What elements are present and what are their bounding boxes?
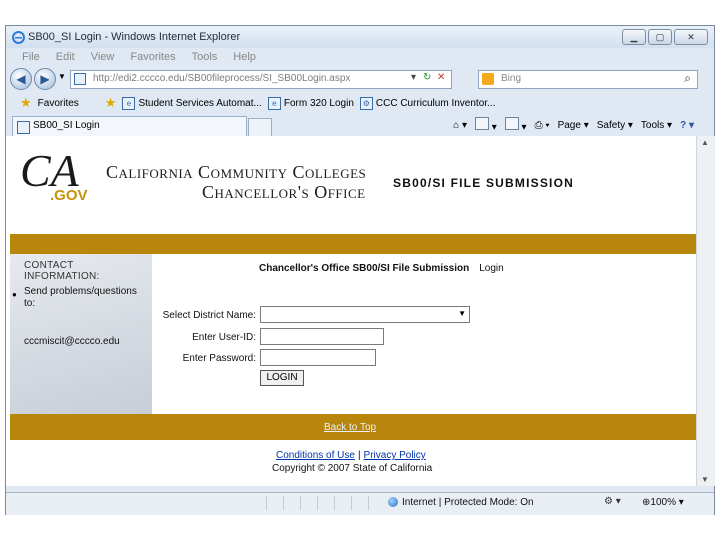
copyright-text: Copyright © 2007 State of California xyxy=(272,463,433,474)
page-menu[interactable]: Page ▾ xyxy=(558,120,589,131)
favorite-link-3[interactable]: ⚙ CCC Curriculum Inventor... xyxy=(359,96,496,110)
header-gold-bar xyxy=(10,234,696,254)
status-cells xyxy=(266,496,385,510)
close-button[interactable]: ✕ xyxy=(674,29,708,45)
zoom-level[interactable]: ⊕100% ▾ xyxy=(642,497,684,508)
menu-tools[interactable]: Tools xyxy=(192,48,218,66)
print-icon[interactable]: ⎙ ▾ xyxy=(535,120,550,131)
privacy-link[interactable]: Privacy Policy xyxy=(364,450,426,461)
status-tools-icon[interactable]: ⚙ ▾ xyxy=(604,496,621,507)
status-bar: Internet | Protected Mode: On ⚙ ▾ ⊕100% … xyxy=(6,492,714,515)
forward-button[interactable]: ▶ xyxy=(34,68,56,90)
security-zone[interactable]: Internet | Protected Mode: On xyxy=(388,497,534,508)
address-url[interactable]: http://edi2.cccco.edu/SB00fileprocess/SI… xyxy=(93,73,350,84)
bing-icon xyxy=(482,73,494,85)
favorite-link-1[interactable]: e Student Services Automat... xyxy=(122,96,262,110)
favorite-link-label: Student Services Automat... xyxy=(138,97,262,109)
mail-icon[interactable]: ▾ xyxy=(504,117,527,133)
favorite-link-2[interactable]: e Form 320 Login xyxy=(267,96,354,110)
page-menu-label: Page xyxy=(557,119,581,131)
tools-menu-label: Tools xyxy=(640,119,665,131)
safety-menu[interactable]: Safety ▾ xyxy=(597,120,633,131)
tab-row: SB00_SI Login ⌂ ▾ ▾ ▾ ⎙ ▾ Page ▾ Safety … xyxy=(6,114,714,137)
chevron-down-icon: ▼ xyxy=(458,309,466,318)
favorites-star-icon[interactable]: ★ xyxy=(20,95,32,111)
tab-login[interactable]: SB00_SI Login xyxy=(12,116,247,136)
form-title-text: Chancellor's Office SB00/SI File Submiss… xyxy=(259,263,470,274)
footer-links: Conditions of Use | Privacy Policy xyxy=(276,450,426,461)
user-id-input[interactable] xyxy=(260,328,384,345)
maximize-button[interactable]: ▢ xyxy=(648,29,672,45)
district-label: Select District Name: xyxy=(162,310,256,321)
address-bar[interactable]: http://edi2.cccco.edu/SB00fileprocess/SI… xyxy=(70,70,452,89)
address-row: ◀ ▶ ▼ http://edi2.cccco.edu/SB00fileproc… xyxy=(6,66,714,92)
tools-menu[interactable]: Tools ▾ xyxy=(641,120,672,131)
svg-text:.GOV: .GOV xyxy=(50,187,88,204)
home-icon[interactable]: ⌂ ▾ xyxy=(453,120,467,131)
favorite-link-label: Form 320 Login xyxy=(283,97,354,109)
app-title: SB00/SI FILE SUBMISSION xyxy=(393,176,574,190)
search-icon[interactable]: ⌕ xyxy=(684,71,691,86)
back-to-top-link[interactable]: Back to Top xyxy=(324,422,376,433)
globe-icon xyxy=(388,497,398,508)
feeds-icon[interactable]: ▾ xyxy=(474,117,497,133)
scroll-up-icon[interactable]: ▲ xyxy=(701,138,709,147)
safety-menu-label: Safety xyxy=(596,119,626,131)
page-icon: e xyxy=(267,96,281,110)
bullet-icon: ● xyxy=(12,290,17,299)
favorites-bar: ★ Favorites ★ e Student Services Automat.… xyxy=(6,92,714,114)
add-favorite-icon[interactable]: ★ xyxy=(105,95,117,111)
search-placeholder: Bing xyxy=(501,73,522,84)
menu-help[interactable]: Help xyxy=(233,48,256,66)
minimize-button[interactable]: ▁ xyxy=(622,29,646,45)
page-icon xyxy=(74,73,86,85)
page-content: CA .GOV California Community Colleges Ch… xyxy=(6,136,696,486)
zoom-value: 100% xyxy=(650,497,676,508)
contact-header: CONTACT INFORMATION: xyxy=(24,260,100,282)
window-title: SB00_SI Login - Windows Internet Explore… xyxy=(28,31,241,43)
help-icon[interactable]: ? ▾ xyxy=(680,120,694,131)
vertical-scrollbar[interactable]: ▲ ▼ xyxy=(696,136,715,486)
page-icon xyxy=(17,121,30,134)
favorite-link-label: CCC Curriculum Inventor... xyxy=(375,97,496,109)
org-name-line1: California Community Colleges xyxy=(106,162,367,182)
security-zone-label: Internet | Protected Mode: On xyxy=(402,497,534,508)
password-input[interactable] xyxy=(260,349,376,366)
menu-edit[interactable]: Edit xyxy=(56,48,75,66)
scroll-down-icon[interactable]: ▼ xyxy=(701,475,709,484)
address-dropdown-icon[interactable]: ▾ xyxy=(411,72,416,83)
new-tab-button[interactable] xyxy=(248,118,272,137)
refresh-icon[interactable]: ↻ xyxy=(423,72,431,83)
ie-logo-icon xyxy=(12,31,25,44)
contact-text: Send problems/questions to: xyxy=(24,286,137,309)
form-subtitle: Login xyxy=(479,263,504,274)
form-title: Chancellor's Office SB00/SI File Submiss… xyxy=(259,263,504,274)
search-box[interactable]: Bing ⌕ xyxy=(478,70,698,89)
link-separator: | xyxy=(357,450,361,461)
page-icon: ⚙ xyxy=(359,96,373,110)
user-id-label: Enter User-ID: xyxy=(192,332,256,343)
back-button[interactable]: ◀ xyxy=(10,68,32,90)
menu-view[interactable]: View xyxy=(91,48,115,66)
tab-title: SB00_SI Login xyxy=(33,120,100,131)
menu-file[interactable]: File xyxy=(22,48,40,66)
login-button[interactable]: LOGIN xyxy=(260,370,304,386)
browser-window: SB00_SI Login - Windows Internet Explore… xyxy=(5,25,715,515)
stop-icon[interactable]: ✕ xyxy=(437,72,445,83)
page-icon: e xyxy=(122,96,136,110)
menu-bar: File Edit View Favorites Tools Help xyxy=(6,48,714,66)
password-label: Enter Password: xyxy=(182,353,256,364)
conditions-link[interactable]: Conditions of Use xyxy=(276,450,355,461)
district-select[interactable]: ▼ xyxy=(260,306,470,323)
ca-gov-logo: CA .GOV xyxy=(20,145,88,204)
contact-email: cccmiscit@cccco.edu xyxy=(24,336,120,347)
favorites-button[interactable]: Favorites xyxy=(38,98,79,109)
history-dropdown-icon[interactable]: ▼ xyxy=(58,72,66,81)
command-bar: ⌂ ▾ ▾ ▾ ⎙ ▾ Page ▾ Safety ▾ Tools ▾ ? ▾ xyxy=(453,117,694,133)
menu-favorites[interactable]: Favorites xyxy=(130,48,175,66)
org-name-line2: Chancellor's Office xyxy=(202,182,366,202)
title-bar: SB00_SI Login - Windows Internet Explore… xyxy=(6,26,714,48)
